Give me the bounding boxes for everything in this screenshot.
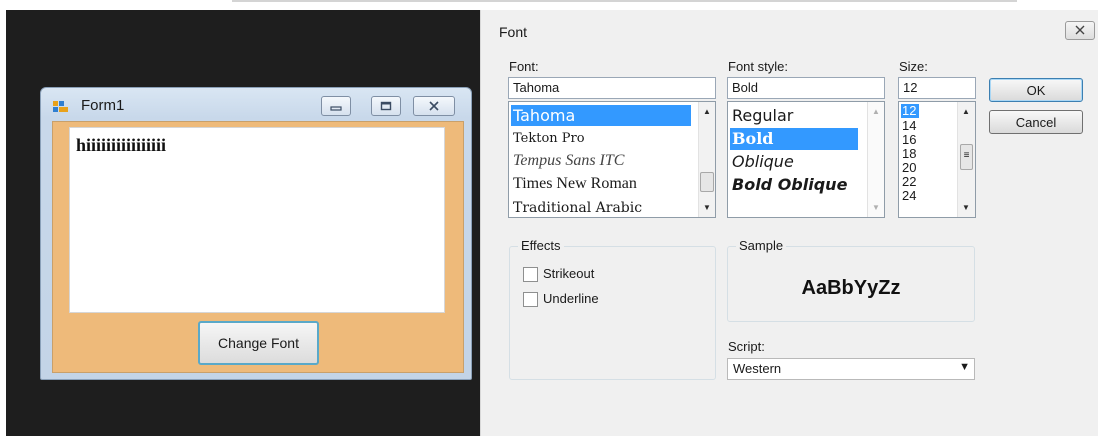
change-font-button[interactable]: Change Font bbox=[198, 321, 319, 365]
scroll-thumb[interactable] bbox=[700, 172, 714, 192]
script-value: Western bbox=[733, 361, 782, 376]
size-list-item[interactable]: 24 bbox=[901, 189, 917, 203]
font-list-scrollbar[interactable]: ▲ ▼ bbox=[698, 102, 715, 217]
sample-label: Sample bbox=[736, 238, 787, 253]
effects-group: Effects Strikeout Underline bbox=[509, 238, 716, 380]
size-list-item[interactable]: 18 bbox=[901, 147, 917, 161]
style-list-item[interactable]: Bold Oblique bbox=[730, 174, 860, 196]
dropdown-arrow-icon: ▼ bbox=[959, 361, 970, 373]
size-list-item[interactable]: 22 bbox=[901, 175, 917, 189]
style-list-item[interactable]: Bold bbox=[730, 128, 858, 150]
size-list-item[interactable]: 20 bbox=[901, 161, 917, 175]
font-list-item[interactable]: Times New Roman bbox=[511, 174, 691, 194]
ok-button[interactable]: OK bbox=[989, 78, 1083, 102]
style-list-scrollbar[interactable]: ▲ ▼ bbox=[867, 102, 884, 217]
scroll-thumb[interactable]: ≡ bbox=[960, 144, 973, 170]
underline-checkbox[interactable] bbox=[523, 292, 538, 307]
font-name-list[interactable]: Tahoma Tekton Pro Tempus Sans ITC Times … bbox=[508, 101, 716, 218]
scroll-down-icon[interactable]: ▼ bbox=[958, 203, 974, 212]
form1-title: Form1 bbox=[81, 97, 125, 114]
scroll-down-icon[interactable]: ▼ bbox=[699, 203, 715, 212]
font-style-list[interactable]: Regular Bold Oblique Bold Oblique ▲ ▼ bbox=[727, 101, 885, 218]
font-name-input[interactable]: Tahoma bbox=[508, 77, 716, 99]
font-dialog: Font Font: Tahoma Tahoma Tekton Pro Temp… bbox=[480, 10, 1098, 436]
scroll-up-icon[interactable]: ▲ bbox=[958, 107, 974, 116]
size-label: Size: bbox=[899, 59, 928, 74]
form1-client-area: hiiiiiiiiiiiiiiii Change Font bbox=[52, 121, 464, 373]
scroll-up-icon[interactable]: ▲ bbox=[868, 107, 884, 116]
sample-group: Sample AaBbYyZz bbox=[727, 238, 975, 322]
sample-text: AaBbYyZz bbox=[801, 277, 901, 299]
size-list[interactable]: 12 14 16 18 20 22 24 ▲ ≡ ▼ bbox=[898, 101, 976, 218]
close-icon bbox=[428, 99, 440, 114]
dialog-close-button[interactable] bbox=[1065, 21, 1095, 40]
effects-label: Effects bbox=[518, 238, 564, 253]
font-style-label: Font style: bbox=[728, 59, 788, 74]
maximize-button[interactable] bbox=[371, 96, 401, 116]
style-list-item[interactable]: Regular bbox=[730, 105, 856, 127]
maximize-icon bbox=[380, 99, 392, 114]
font-style-input[interactable]: Bold bbox=[727, 77, 885, 99]
font-list-item[interactable]: Tempus Sans ITC bbox=[511, 151, 691, 171]
size-list-item[interactable]: 12 bbox=[901, 104, 919, 118]
underline-label[interactable]: Underline bbox=[543, 291, 599, 306]
size-input[interactable]: 12 bbox=[898, 77, 976, 99]
close-button[interactable] bbox=[413, 96, 455, 116]
size-list-item[interactable]: 14 bbox=[901, 119, 917, 133]
dialog-title: Font bbox=[499, 24, 528, 40]
scroll-up-icon[interactable]: ▲ bbox=[699, 107, 715, 116]
strikeout-checkbox[interactable] bbox=[523, 267, 538, 282]
size-list-scrollbar[interactable]: ▲ ≡ ▼ bbox=[957, 102, 975, 217]
font-list-item[interactable]: Tekton Pro bbox=[511, 129, 691, 149]
minimize-icon bbox=[330, 99, 342, 114]
strikeout-label[interactable]: Strikeout bbox=[543, 266, 594, 281]
close-icon bbox=[1074, 23, 1086, 38]
top-divider-line bbox=[232, 0, 1017, 2]
minimize-button[interactable] bbox=[321, 96, 351, 116]
form1-window: Form1 hiiiiiiiiiiiiiiii Change Font bbox=[40, 87, 472, 380]
form-app-icon bbox=[53, 99, 69, 113]
style-list-item[interactable]: Oblique bbox=[730, 151, 856, 173]
scroll-down-icon[interactable]: ▼ bbox=[868, 203, 884, 212]
script-select[interactable]: Western ▼ bbox=[727, 358, 975, 380]
font-list-item[interactable]: Tahoma bbox=[511, 105, 691, 126]
font-label: Font: bbox=[509, 59, 539, 74]
size-list-item[interactable]: 16 bbox=[901, 133, 917, 147]
text-area-content: hiiiiiiiiiiiiiiii bbox=[76, 135, 167, 155]
font-list-item[interactable]: Traditional Arabic bbox=[511, 198, 691, 217]
script-label: Script: bbox=[728, 339, 765, 354]
cancel-button[interactable]: Cancel bbox=[989, 110, 1083, 134]
text-area[interactable]: hiiiiiiiiiiiiiiii bbox=[69, 127, 445, 313]
